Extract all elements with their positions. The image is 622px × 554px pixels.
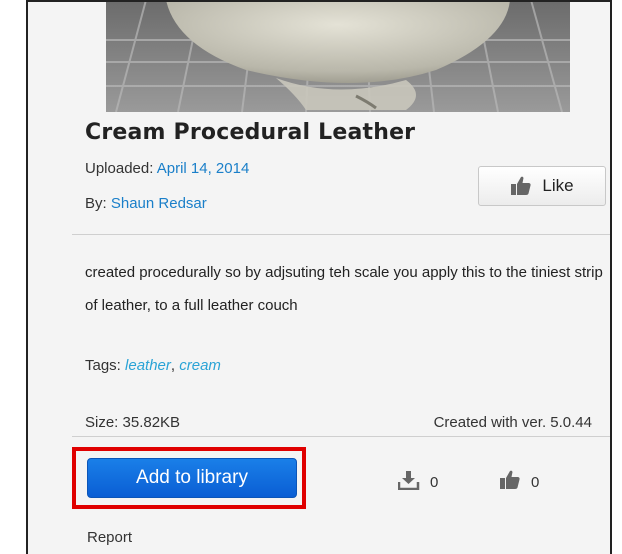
download-icon — [397, 470, 420, 494]
asset-preview-image — [106, 2, 570, 112]
downloads-count: 0 — [430, 473, 439, 491]
likes-count: 0 — [531, 473, 540, 491]
asset-version: Created with ver. 5.0.44 — [433, 414, 592, 431]
preview-render — [106, 2, 570, 112]
likes-stat: 0 — [499, 470, 539, 494]
section-divider — [72, 436, 610, 437]
asset-description: created procedurally so by adjsuting teh… — [85, 264, 603, 314]
author-link[interactable]: Shaun Redsar — [111, 195, 207, 212]
tag-link-cream[interactable]: cream — [179, 357, 221, 374]
tag-separator: , — [170, 357, 176, 374]
section-divider — [72, 234, 610, 235]
by-label: By: — [85, 195, 107, 212]
like-button[interactable]: Like — [478, 166, 606, 206]
thumbs-up-icon — [510, 176, 532, 196]
asset-size: Size: 35.82KB — [85, 414, 181, 431]
tags-line: Tags: leather, cream — [85, 357, 221, 374]
asset-details-panel: Cream Procedural Leather Uploaded: April… — [26, 0, 612, 554]
uploaded-date-line: Uploaded: April 14, 2014 — [85, 160, 249, 177]
tags-label: Tags: — [85, 357, 121, 374]
uploaded-date-link[interactable]: April 14, 2014 — [157, 160, 250, 177]
uploaded-label: Uploaded: — [85, 160, 154, 177]
thumbs-up-icon — [499, 470, 521, 494]
author-line: By: Shaun Redsar — [85, 195, 207, 212]
like-button-label: Like — [542, 176, 574, 195]
asset-title: Cream Procedural Leather — [85, 120, 416, 145]
report-link[interactable]: Report — [87, 529, 132, 546]
add-to-library-button[interactable]: Add to library — [87, 458, 297, 498]
tag-link-leather[interactable]: leather — [125, 357, 171, 374]
downloads-stat: 0 — [397, 470, 439, 494]
